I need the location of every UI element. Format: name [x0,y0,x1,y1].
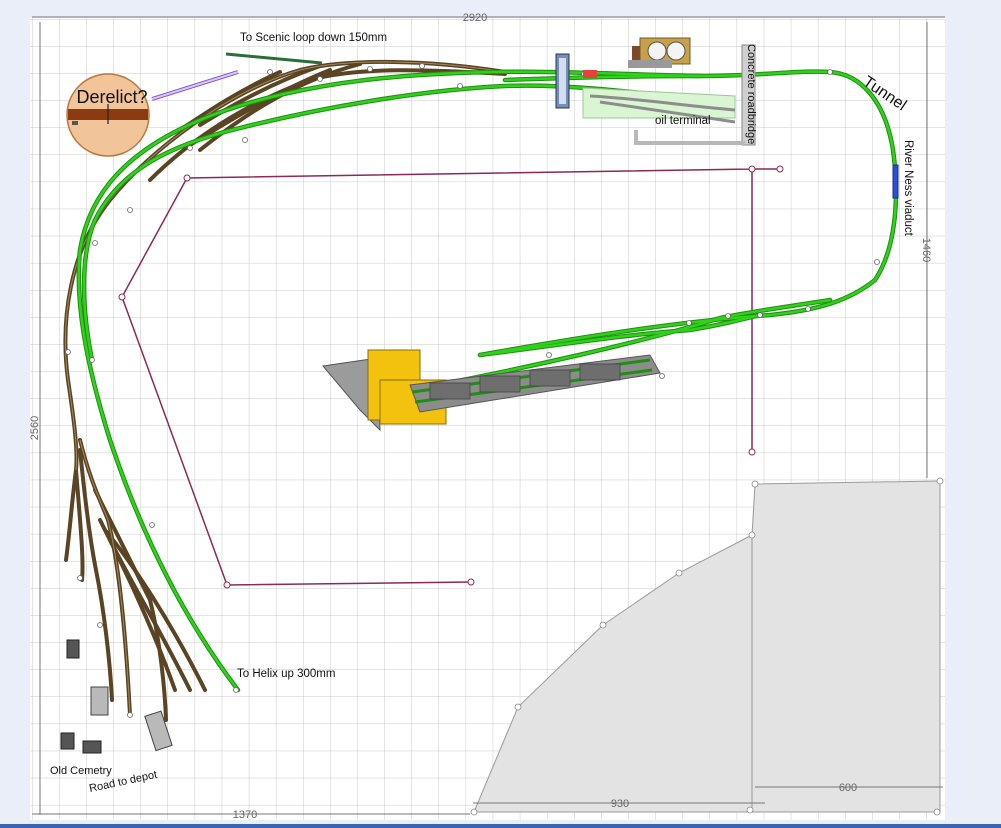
window-bottom-bar [0,824,1001,828]
label-oil-terminal: oil terminal [655,115,711,127]
label-old-cemetery: Old Cemetry [50,765,112,777]
label-river-ness-viaduct: River Ness viaduct [902,140,914,237]
label-derelict: Derelict? [76,87,147,107]
track-plan-svg[interactable]: 2920 2560 1460 1370 930 600 Derelict? To… [0,0,1001,828]
dim-bottom-mid: 930 [611,798,629,810]
dim-height-total: 2560 [29,416,41,440]
dim-width-total: 2920 [463,12,487,24]
label-concrete-roadbridge: Concrete roadbridge [745,44,757,144]
dim-bottom-right: 600 [839,782,857,794]
dim-bottom-left: 1370 [233,809,257,821]
dim-right-height: 1460 [920,238,932,262]
label-scenic-loop: To Scenic loop down 150mm [240,32,387,44]
label-helix: To Helix up 300mm [237,668,335,680]
layout-plan-canvas[interactable]: 2920 2560 1460 1370 930 600 Derelict? To… [0,0,1001,828]
river-ness-viaduct[interactable] [892,164,899,199]
